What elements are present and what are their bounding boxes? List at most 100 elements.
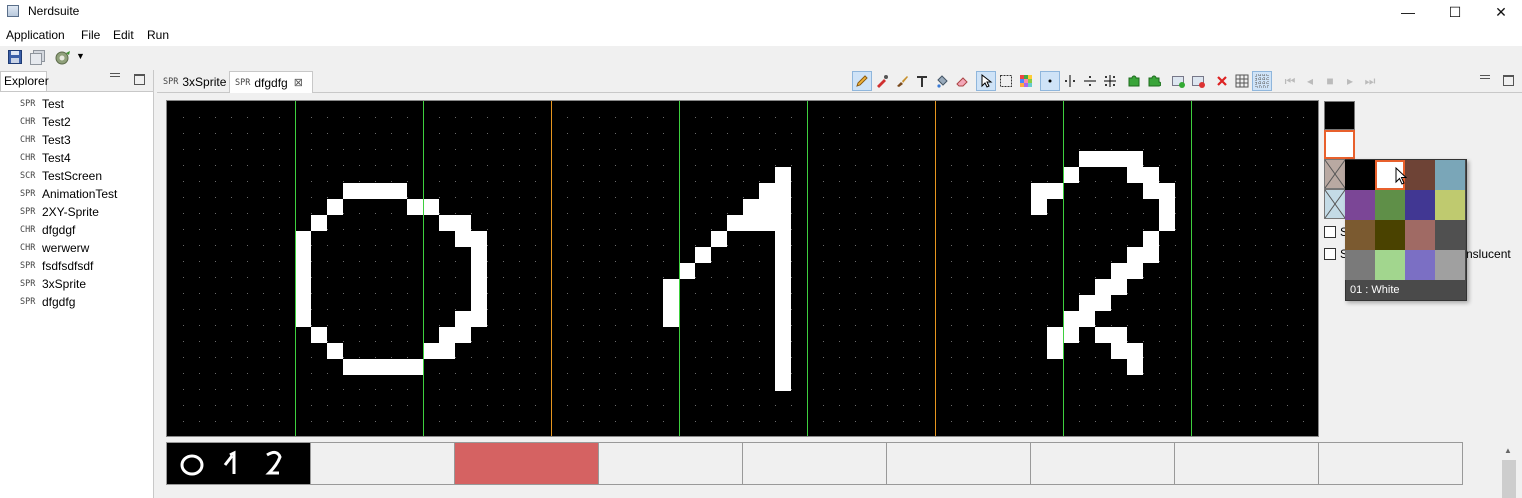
close-button[interactable]: ✕ [1478, 0, 1522, 24]
maximize-view-icon[interactable] [134, 74, 145, 85]
palette-color-cell[interactable] [1375, 190, 1405, 220]
explorer-item[interactable]: SCR TestScreen [20, 167, 102, 185]
frame-cell[interactable] [1175, 443, 1319, 484]
explorer-item[interactable]: SPR AnimationTest [20, 185, 117, 203]
lit-pixel [295, 231, 311, 247]
explorer-item[interactable]: SPR 3xSprite [20, 275, 86, 293]
explorer-item[interactable]: SPR dfgdfg [20, 293, 75, 311]
lit-pixel [775, 359, 791, 375]
maximize-button[interactable]: ☐ [1432, 0, 1478, 24]
palette-color-cell[interactable] [1345, 220, 1375, 250]
brush-icon[interactable] [892, 71, 912, 91]
menu-run[interactable]: Run [147, 28, 169, 42]
remove-frame-icon[interactable] [1188, 71, 1208, 91]
add-frame-icon[interactable] [1168, 71, 1188, 91]
secondary-color-swatch[interactable] [1324, 130, 1355, 159]
frame-cell[interactable] [743, 443, 887, 484]
marquee-icon[interactable] [996, 71, 1016, 91]
option-checkbox-2[interactable] [1324, 248, 1336, 260]
explorer-item[interactable]: SPR fsdfsdfsdf [20, 257, 93, 275]
minimize-view-icon[interactable] [110, 73, 120, 77]
palette-color-cell[interactable] [1435, 250, 1465, 280]
pencil-icon[interactable] [852, 71, 872, 91]
tab-dfgdfg[interactable]: SPR dfgdfg ⊠ [229, 71, 313, 93]
minimize-button[interactable]: — [1385, 0, 1431, 24]
primary-color-swatch[interactable] [1324, 101, 1355, 130]
lit-pixel [295, 247, 311, 263]
palette-color-cell[interactable] [1435, 190, 1465, 220]
frame-cell[interactable] [311, 443, 455, 484]
dot-icon[interactable] [1040, 71, 1060, 91]
window-title: Nerdsuite [28, 4, 80, 18]
explorer-item[interactable]: CHR Test3 [20, 131, 71, 149]
sprite-canvas[interactable] [166, 100, 1319, 437]
scroll-up-icon[interactable]: ▲ [1504, 446, 1512, 455]
main-toolbar [0, 46, 1522, 68]
frame-cell[interactable] [887, 443, 1031, 484]
eyedropper-icon[interactable] [872, 71, 892, 91]
explorer-item[interactable]: SPR Test [20, 95, 64, 113]
palette-color-cell[interactable] [1345, 160, 1375, 190]
mirror-vertical-icon[interactable] [1060, 71, 1080, 91]
chevron-down-icon[interactable]: ▼ [76, 51, 85, 61]
first-frame-icon[interactable]: ⏮ [1280, 71, 1300, 91]
file-type-tag: SPR [163, 77, 179, 87]
save-icon[interactable] [8, 50, 22, 64]
explorer-item[interactable]: CHR werwerw [20, 239, 89, 257]
explorer-item[interactable]: SPR 2XY-Sprite [20, 203, 99, 221]
save-all-icon[interactable] [30, 50, 45, 65]
delete-icon[interactable] [1212, 71, 1232, 91]
palette-color-cell[interactable] [1435, 220, 1465, 250]
palette-color-cell[interactable] [1405, 160, 1435, 190]
palette-color-cell[interactable] [1375, 220, 1405, 250]
palette-color-cell[interactable] [1405, 220, 1435, 250]
option-checkbox-1[interactable] [1324, 226, 1336, 238]
frame-cell[interactable] [599, 443, 743, 484]
frame-cell[interactable] [455, 443, 599, 484]
mirror-horizontal-icon[interactable] [1080, 71, 1100, 91]
palette-color-cell[interactable] [1435, 160, 1465, 190]
lit-pixel [1127, 167, 1159, 183]
explorer-item[interactable]: CHR Test2 [20, 113, 71, 131]
fill-icon[interactable] [932, 71, 952, 91]
file-type-tag: SPR [20, 99, 36, 109]
palette-color-cell[interactable] [1375, 250, 1405, 280]
eraser-icon[interactable] [952, 71, 972, 91]
lit-pixel [775, 311, 791, 327]
puzzle-icon[interactable] [1144, 71, 1164, 91]
menu-edit[interactable]: Edit [113, 28, 134, 42]
play-icon[interactable]: ▸ [1340, 71, 1360, 91]
explorer-item[interactable]: CHR dfgdgf [20, 221, 75, 239]
menu-application[interactable]: Application [6, 28, 65, 42]
minimize-view-icon[interactable] [1480, 75, 1490, 79]
stop-icon[interactable]: ■ [1320, 71, 1340, 91]
palette-color-cell[interactable] [1345, 250, 1375, 280]
maximize-view-icon[interactable] [1503, 75, 1514, 86]
lit-pixel [439, 327, 471, 343]
palette-color-cell[interactable] [1405, 190, 1435, 220]
mirror-both-icon[interactable] [1100, 71, 1120, 91]
close-tab-icon[interactable]: ⊠ [294, 76, 303, 89]
palette-color-cell[interactable] [1405, 250, 1435, 280]
dotted-grid-icon[interactable] [1252, 71, 1272, 91]
explorer-item[interactable]: CHR Test4 [20, 149, 71, 167]
palette-grid-icon[interactable] [1016, 71, 1036, 91]
frame-cell[interactable] [167, 443, 311, 484]
puzzle-add-icon[interactable] [1124, 71, 1144, 91]
frame-cell[interactable] [1319, 443, 1463, 484]
palette-color-cell[interactable] [1345, 190, 1375, 220]
tab-3xsprite[interactable]: SPR 3xSprite [158, 71, 229, 93]
explorer-tab[interactable]: Explorer [0, 71, 49, 91]
scrollbar-thumb[interactable] [1502, 460, 1516, 498]
grid-icon[interactable] [1232, 71, 1252, 91]
frame-cell[interactable] [1031, 443, 1175, 484]
text-icon[interactable] [912, 71, 932, 91]
transparent-swatch-icon[interactable] [1324, 159, 1346, 219]
lit-pixel [1031, 183, 1063, 199]
prev-frame-icon[interactable]: ◂ [1300, 71, 1320, 91]
run-config-icon[interactable] [54, 49, 72, 67]
pointer-icon[interactable] [976, 71, 996, 91]
menu-file[interactable]: File [81, 28, 100, 42]
sprite-pixel-grid[interactable] [167, 101, 1318, 436]
last-frame-icon[interactable]: ⏭ [1360, 71, 1380, 91]
